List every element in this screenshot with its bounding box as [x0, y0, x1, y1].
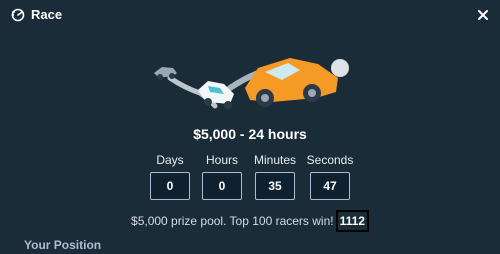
timer-seconds-value: 47 [310, 172, 350, 200]
orange-car-icon [245, 58, 349, 107]
timer-hours-label: Hours [205, 153, 238, 167]
timer-days-value: 0 [150, 172, 190, 200]
prize-info-text: $5,000 prize pool. Top 100 racers win! [131, 214, 334, 228]
race-icon [11, 8, 25, 22]
race-cars-illustration [154, 58, 349, 109]
close-icon[interactable] [474, 6, 492, 24]
timer-minutes-value: 35 [255, 172, 295, 200]
timer-seconds-label: Seconds [306, 153, 354, 167]
prize-heading: $5,000 - 24 hours [193, 126, 307, 142]
timer-seconds: Seconds 47 [300, 152, 360, 200]
your-position-heading: Your Position [24, 238, 102, 252]
timer-minutes: Minutes 35 [245, 152, 305, 200]
timer-hours-value: 0 [202, 172, 242, 200]
rank-badge: 1112 [335, 210, 369, 232]
modal-header: Race [0, 0, 500, 30]
timer-days: Days 0 [140, 152, 200, 200]
small-car-icon [154, 67, 177, 80]
timer-hours: Hours 0 [192, 152, 252, 200]
timer-days-label: Days [156, 153, 184, 167]
modal-title: Race [31, 7, 63, 22]
timer-minutes-label: Minutes [253, 153, 297, 167]
prize-info: $5,000 prize pool. Top 100 racers win! 11… [0, 210, 500, 232]
